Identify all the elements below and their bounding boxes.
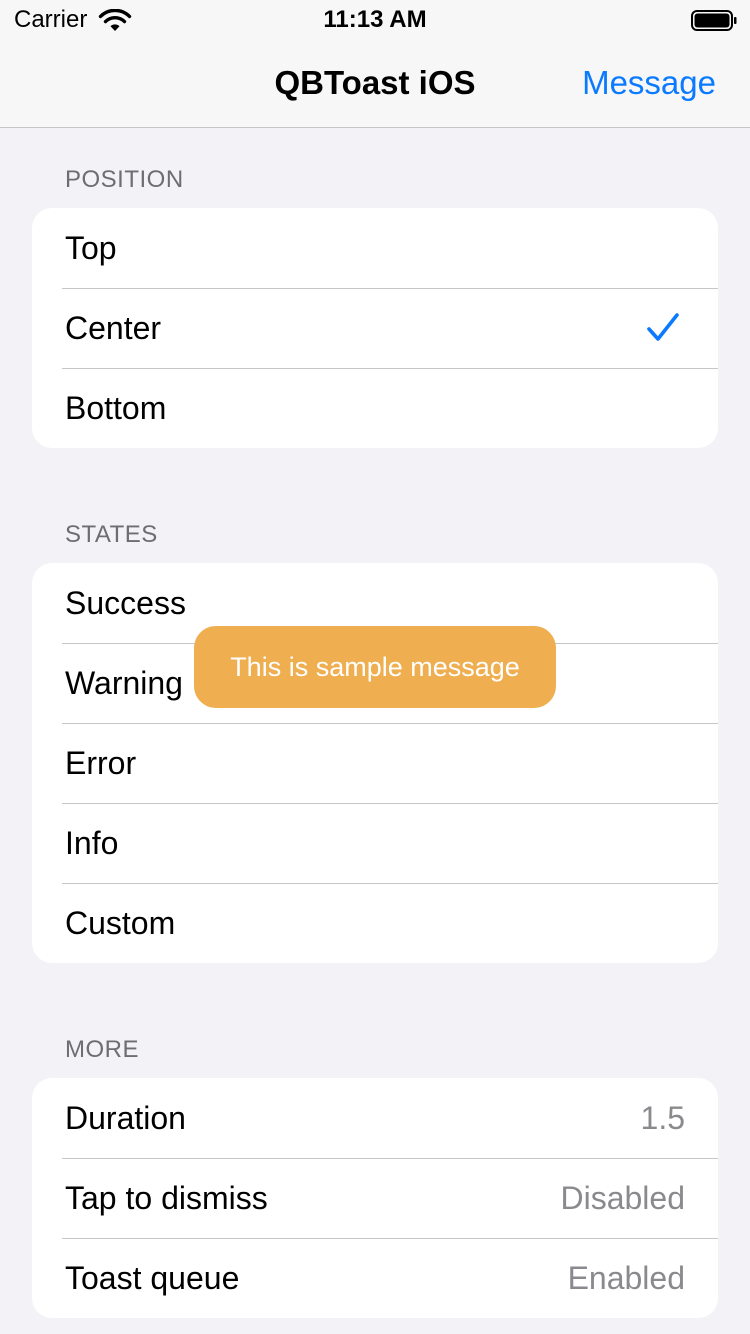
row-value: Disabled — [560, 1180, 685, 1216]
position-group: Top Center Bottom — [32, 208, 718, 448]
states-group: Success Warning Error Info Custom — [32, 563, 718, 963]
navigation-bar: QBToast iOS Message — [0, 40, 750, 128]
status-bar: Carrier 11:13 AM — [0, 0, 750, 40]
toast[interactable]: This is sample message — [194, 626, 556, 708]
row-label: Top — [65, 230, 117, 266]
toast-message: This is sample message — [230, 651, 520, 682]
row-label: Toast queue — [65, 1260, 240, 1296]
more-row-duration[interactable]: Duration 1.5 — [32, 1078, 718, 1158]
row-label: Error — [65, 745, 137, 781]
more-row-tap-to-dismiss[interactable]: Tap to dismiss Disabled — [32, 1158, 718, 1238]
row-label: Bottom — [65, 390, 167, 426]
status-time: 11:13 AM — [323, 6, 427, 33]
checkmark-icon — [647, 313, 679, 341]
row-label: Center — [65, 310, 162, 346]
section-header-states: STATES — [65, 521, 158, 548]
message-button[interactable]: Message — [582, 64, 716, 102]
row-label: Tap to dismiss — [65, 1180, 268, 1216]
row-value: 1.5 — [640, 1100, 685, 1136]
row-label: Warning — [65, 665, 183, 701]
screen: Carrier 11:13 AM QBToast iOS Message POS… — [0, 0, 750, 1334]
states-row-custom[interactable]: Custom — [32, 883, 718, 963]
position-row-center[interactable]: Center — [32, 288, 718, 368]
more-row-toast-queue[interactable]: Toast queue Enabled — [32, 1238, 718, 1318]
row-label: Custom — [65, 905, 176, 941]
position-row-bottom[interactable]: Bottom — [32, 368, 718, 448]
position-row-top[interactable]: Top — [32, 208, 718, 288]
section-header-position: POSITION — [65, 166, 184, 193]
section-header-more: MORE — [65, 1036, 139, 1063]
row-label: Info — [65, 825, 119, 861]
states-row-error[interactable]: Error — [32, 723, 718, 803]
states-row-info[interactable]: Info — [32, 803, 718, 883]
row-label: Success — [65, 585, 186, 621]
battery-icon — [691, 10, 737, 31]
row-value: Enabled — [567, 1260, 685, 1296]
row-label: Duration — [65, 1100, 186, 1136]
more-group: Duration 1.5 Tap to dismiss Disabled Toa… — [32, 1078, 718, 1318]
